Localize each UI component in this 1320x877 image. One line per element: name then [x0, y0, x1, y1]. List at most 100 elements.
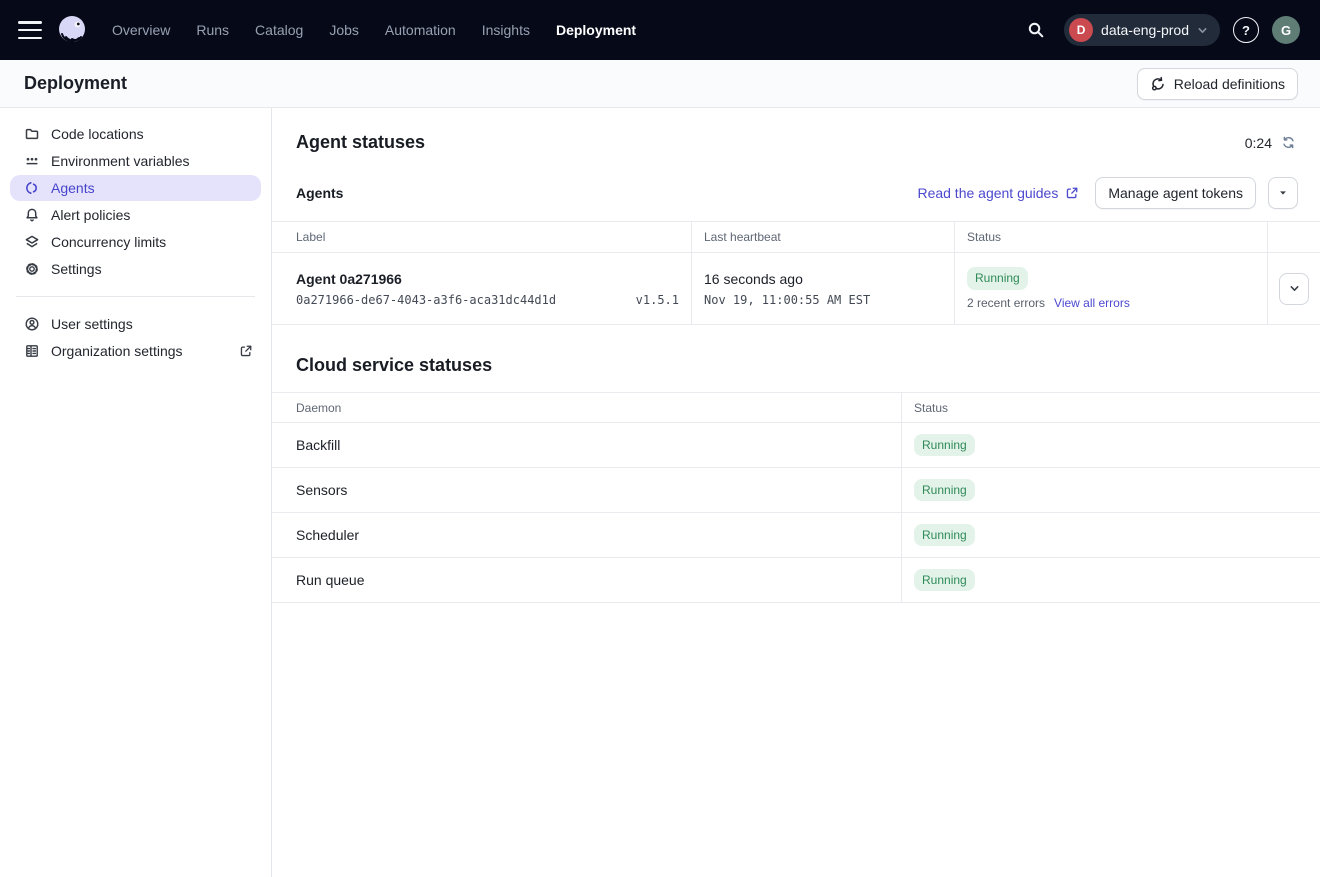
- sidebar-item-settings[interactable]: Settings: [10, 256, 261, 282]
- sidebar-item-label: Alert policies: [51, 207, 130, 223]
- deployment-name: data-eng-prod: [1101, 22, 1189, 38]
- sidebar-item-concurrency-limits[interactable]: Concurrency limits: [10, 229, 261, 255]
- daemon-row-backfill: Backfill Running: [272, 423, 1320, 468]
- daemon-row-run-queue: Run queue Running: [272, 558, 1320, 603]
- gear-icon: [24, 261, 40, 277]
- page-header: Deployment Reload definitions: [0, 60, 1320, 108]
- refresh-timer: 0:24: [1245, 135, 1296, 151]
- agent-icon: [24, 180, 40, 196]
- status-badge: Running: [914, 569, 975, 591]
- agents-table-header: Label Last heartbeat Status: [272, 222, 1320, 253]
- heartbeat-relative: 16 seconds ago: [704, 271, 954, 287]
- chevron-down-icon: [1197, 25, 1208, 36]
- daemon-row-scheduler: Scheduler Running: [272, 513, 1320, 558]
- cloud-service-statuses-title: Cloud service statuses: [272, 325, 1320, 392]
- sidebar-item-label: Organization settings: [51, 343, 183, 359]
- dagster-logo[interactable]: [54, 12, 90, 48]
- organization-icon: [24, 343, 40, 359]
- cloud-services-table: Daemon Status Backfill Running Sensors R…: [272, 392, 1320, 603]
- manage-agent-tokens-label: Manage agent tokens: [1108, 185, 1243, 201]
- sidebar-item-organization-settings[interactable]: Organization settings: [10, 338, 261, 364]
- agent-id: 0a271966-de67-4043-a3f6-aca31dc44d1d: [296, 293, 556, 307]
- main-nav: Overview Runs Catalog Jobs Automation In…: [112, 22, 636, 38]
- sidebar-item-user-settings[interactable]: User settings: [10, 311, 261, 337]
- sidebar-item-label: Agents: [51, 180, 95, 196]
- sidebar-item-environment-variables[interactable]: Environment variables: [10, 148, 261, 174]
- column-header-heartbeat: Last heartbeat: [692, 222, 955, 252]
- refresh-icon[interactable]: [1281, 135, 1296, 150]
- status-badge: Running: [914, 434, 975, 456]
- agent-version: v1.5.1: [636, 293, 679, 307]
- sidebar-item-label: User settings: [51, 316, 133, 332]
- sidebar-item-label: Concurrency limits: [51, 234, 166, 250]
- layers-icon: [24, 234, 40, 250]
- cloud-table-header: Daemon Status: [272, 393, 1320, 423]
- agents-section-label: Agents: [296, 185, 343, 201]
- agent-row: Agent 0a271966 0a271966-de67-4043-a3f6-a…: [272, 253, 1320, 325]
- daemon-name: Run queue: [272, 558, 902, 602]
- help-button[interactable]: ?: [1233, 17, 1259, 43]
- status-badge: Running: [967, 267, 1028, 289]
- heartbeat-timestamp: Nov 19, 11:00:55 AM EST: [704, 293, 954, 307]
- caret-down-icon: [1278, 188, 1288, 198]
- status-badge: Running: [914, 524, 975, 546]
- sidebar-item-alert-policies[interactable]: Alert policies: [10, 202, 261, 228]
- refresh-countdown: 0:24: [1245, 135, 1272, 151]
- daemon-name: Scheduler: [272, 513, 902, 557]
- page-title: Deployment: [24, 73, 127, 94]
- nav-item-runs[interactable]: Runs: [196, 22, 229, 38]
- question-mark-icon: ?: [1242, 23, 1250, 38]
- deployment-initial-badge: D: [1069, 18, 1093, 42]
- nav-item-deployment[interactable]: Deployment: [556, 22, 636, 38]
- column-header-status: Status: [955, 222, 1268, 252]
- bell-icon: [24, 207, 40, 223]
- main-content: Agent statuses 0:24 Agents Read the agen…: [272, 108, 1320, 877]
- sidebar-item-label: Code locations: [51, 126, 144, 142]
- recent-errors-text: 2 recent errors: [967, 296, 1045, 310]
- sidebar-item-code-locations[interactable]: Code locations: [10, 121, 261, 147]
- read-agent-guides-link[interactable]: Read the agent guides: [917, 185, 1079, 201]
- user-avatar[interactable]: G: [1272, 16, 1300, 44]
- chevron-down-icon: [1289, 283, 1300, 294]
- reload-definitions-label: Reload definitions: [1174, 76, 1285, 92]
- deployment-switcher[interactable]: D data-eng-prod: [1064, 14, 1220, 46]
- deployment-sidebar: Code locations Environment variables A: [0, 108, 272, 877]
- column-header-daemon: Daemon: [272, 393, 902, 422]
- agent-row-expand-button[interactable]: [1279, 273, 1309, 305]
- hamburger-menu-icon[interactable]: [18, 21, 42, 39]
- nav-item-jobs[interactable]: Jobs: [329, 22, 359, 38]
- folder-icon: [24, 126, 40, 142]
- column-header-status: Status: [902, 393, 1320, 422]
- agents-table: Label Last heartbeat Status Agent 0a2719…: [272, 221, 1320, 325]
- daemon-row-sensors: Sensors Running: [272, 468, 1320, 513]
- octopus-logo-icon: [54, 12, 90, 48]
- sidebar-item-label: Environment variables: [51, 153, 190, 169]
- user-circle-icon: [24, 316, 40, 332]
- top-nav: Overview Runs Catalog Jobs Automation In…: [0, 0, 1320, 60]
- agent-name: Agent 0a271966: [296, 271, 691, 287]
- agents-more-actions-button[interactable]: [1268, 177, 1298, 209]
- search-button[interactable]: [1021, 15, 1051, 45]
- sidebar-item-agents[interactable]: Agents: [10, 175, 261, 201]
- view-all-errors-link[interactable]: View all errors: [1054, 296, 1130, 310]
- sidebar-item-label: Settings: [51, 261, 102, 277]
- reload-definitions-button[interactable]: Reload definitions: [1137, 68, 1298, 100]
- nav-item-automation[interactable]: Automation: [385, 22, 456, 38]
- sidebar-divider: [16, 296, 255, 297]
- nav-item-catalog[interactable]: Catalog: [255, 22, 303, 38]
- agent-statuses-title: Agent statuses: [296, 132, 425, 153]
- nav-item-insights[interactable]: Insights: [482, 22, 530, 38]
- external-link-icon: [1065, 186, 1079, 200]
- variables-icon: [24, 153, 40, 169]
- column-header-label: Label: [272, 222, 692, 252]
- guides-link-label: Read the agent guides: [917, 185, 1058, 201]
- external-link-icon: [239, 344, 253, 358]
- nav-item-overview[interactable]: Overview: [112, 22, 170, 38]
- status-badge: Running: [914, 479, 975, 501]
- search-icon: [1027, 21, 1045, 39]
- manage-agent-tokens-button[interactable]: Manage agent tokens: [1095, 177, 1256, 209]
- daemon-name: Backfill: [272, 423, 902, 467]
- daemon-name: Sensors: [272, 468, 902, 512]
- avatar-initial: G: [1281, 23, 1291, 38]
- reload-icon: [1150, 76, 1166, 92]
